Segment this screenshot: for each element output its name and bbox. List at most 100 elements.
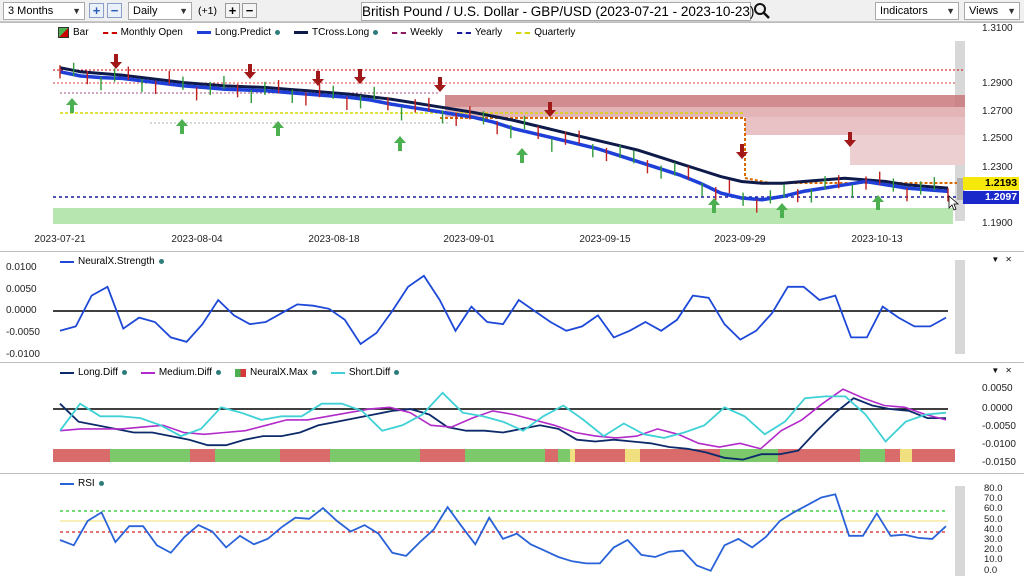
panel-controls[interactable]: ▼✕ xyxy=(991,255,1018,264)
x-tick: 2023-09-15 xyxy=(579,234,631,245)
neuralx-max-segment xyxy=(330,449,420,462)
settings-dot-icon[interactable] xyxy=(216,370,222,375)
neural-strength-chart[interactable] xyxy=(0,252,1024,362)
legend-label: Quarterly xyxy=(534,27,576,38)
legend-tcross-long: TCross.Long xyxy=(293,27,379,38)
neuralx-max-segment xyxy=(465,449,545,462)
legend-monthly-open: Monthly Open xyxy=(102,27,183,38)
chevron-down-icon: ▼ xyxy=(946,6,955,16)
zoom-out-button[interactable]: − xyxy=(107,3,122,18)
settings-dot-icon[interactable] xyxy=(121,370,127,375)
scroll-track[interactable] xyxy=(955,260,965,354)
settings-dot-icon[interactable] xyxy=(274,30,280,35)
neural-legend: NeuralX.Strength xyxy=(60,256,164,267)
settings-dot-icon[interactable] xyxy=(311,370,317,375)
legend-label: Monthly Open xyxy=(120,27,183,38)
step-back-button[interactable]: − xyxy=(242,3,257,18)
price-chart[interactable] xyxy=(0,23,1024,251)
legend-neural-strength: NeuralX.Strength xyxy=(60,256,164,267)
legend-label: Long.Predict xyxy=(214,27,271,38)
legend-yearly: Yearly xyxy=(456,27,503,38)
neuralx-max-segment xyxy=(575,449,625,462)
neuralx-max-segment xyxy=(215,449,280,462)
neural-strength-line xyxy=(59,274,947,346)
scroll-track[interactable] xyxy=(955,486,965,576)
chevron-down-icon: ▼ xyxy=(179,6,188,16)
y-tick: 1.2500 xyxy=(982,133,1013,144)
price-panel: Bar Monthly Open Long.Predict TCross.Lon… xyxy=(0,22,1024,251)
range-value: 3 Months xyxy=(8,5,54,17)
rsi-chart[interactable] xyxy=(0,474,1024,578)
interval-value: Daily xyxy=(133,5,158,17)
y-tick: 1.2900 xyxy=(982,78,1013,89)
neuralx-max-segment xyxy=(900,449,912,462)
y-tick: 0.0 xyxy=(984,564,998,576)
neuralx-max-segment xyxy=(558,449,570,462)
legend-rsi: RSI xyxy=(60,478,104,489)
neuralx-max-segment xyxy=(640,449,720,462)
neuralx-max-segment xyxy=(190,449,215,462)
rsi-scale: 80.0 70.0 60.0 50.0 40.0 30.0 20.0 10.0 … xyxy=(984,483,1003,576)
neuralx-max-segment xyxy=(778,449,860,462)
settings-dot-icon[interactable] xyxy=(373,30,379,35)
neuralx-max-segment xyxy=(860,449,885,462)
neuralx-max-segment xyxy=(570,449,575,462)
y-tick: -0.0100 xyxy=(982,439,1016,450)
rsi-panel: RSI 80.0 70.0 60.0 50.0 40.0 30.0 20.0 1… xyxy=(0,473,1024,578)
legend-short-diff: Short.Diff xyxy=(330,367,400,378)
legend-long-diff: Long.Diff xyxy=(60,367,127,378)
resistance-zone xyxy=(445,95,965,107)
interval-dropdown[interactable]: Daily ▼ xyxy=(128,2,192,20)
step-forward-button[interactable]: + xyxy=(225,3,240,18)
legend-label: Short.Diff xyxy=(348,367,391,378)
legend-label: TCross.Long xyxy=(311,27,370,38)
y-tick: 1.3100 xyxy=(982,23,1013,34)
neuralx-max-segment xyxy=(110,449,190,462)
rsi-legend: RSI xyxy=(60,478,104,489)
diff-chart[interactable] xyxy=(0,363,1024,473)
neuralx-max-segment xyxy=(280,449,330,462)
x-tick: 2023-08-18 xyxy=(308,234,360,245)
y-tick: 1.2700 xyxy=(982,106,1013,117)
y-tick: 0.0000 xyxy=(6,305,37,316)
chevron-down-icon: ▼ xyxy=(1007,6,1016,16)
x-tick: 2023-09-29 xyxy=(714,234,766,245)
chart-title: British Pound / U.S. Dollar - GBP/USD (2… xyxy=(361,2,755,21)
neuralx-max-bar xyxy=(53,449,955,462)
legend-label: Long.Diff xyxy=(78,367,118,378)
legend-neuralx-max: NeuralX.Max xyxy=(235,367,317,378)
range-dropdown[interactable]: 3 Months ▼ xyxy=(3,2,85,20)
legend-label: NeuralX.Strength xyxy=(78,256,155,267)
y-tick: 1.1900 xyxy=(982,218,1013,229)
y-tick: -0.0050 xyxy=(982,421,1016,432)
y-tick: 0.0050 xyxy=(6,284,37,295)
settings-dot-icon[interactable] xyxy=(158,259,164,264)
legend-label: RSI xyxy=(78,478,95,489)
indicators-dropdown[interactable]: Indicators ▼ xyxy=(875,2,959,20)
resistance-zone-light xyxy=(445,107,965,117)
y-tick: 0.0000 xyxy=(982,403,1013,414)
neuralx-max-segment xyxy=(545,449,558,462)
indicators-label: Indicators xyxy=(880,5,928,17)
legend-long-predict: Long.Predict xyxy=(196,27,280,38)
offset-label: (+1) xyxy=(198,5,217,17)
last-price-tag: 1.2193 xyxy=(963,177,1019,190)
yearly-level-tag: 1.2097 xyxy=(963,191,1019,204)
legend-label: Yearly xyxy=(474,27,503,38)
settings-dot-icon[interactable] xyxy=(98,481,104,486)
y-tick: -0.0050 xyxy=(6,327,40,338)
chart-toolbar: 3 Months ▼ + − Daily ▼ (+1) + − British … xyxy=(0,0,1024,22)
views-dropdown[interactable]: Views ▼ xyxy=(964,2,1020,20)
settings-dot-icon[interactable] xyxy=(394,370,400,375)
neuralx-max-segment xyxy=(53,449,110,462)
zoom-in-button[interactable]: + xyxy=(89,3,104,18)
legend-label: Weekly xyxy=(410,27,443,38)
diff-legend: Long.Diff Medium.Diff NeuralX.Max Short.… xyxy=(60,367,400,378)
x-tick: 2023-08-04 xyxy=(171,234,223,245)
panel-controls[interactable]: ▼✕ xyxy=(991,366,1018,375)
search-icon[interactable] xyxy=(753,2,771,20)
legend-label: NeuralX.Max xyxy=(250,367,308,378)
y-tick: -0.0100 xyxy=(6,349,40,360)
legend-bar: Bar xyxy=(58,27,89,38)
neural-strength-panel: NeuralX.Strength ▼✕ 0.0100 0.0050 0.0000… xyxy=(0,251,1024,361)
